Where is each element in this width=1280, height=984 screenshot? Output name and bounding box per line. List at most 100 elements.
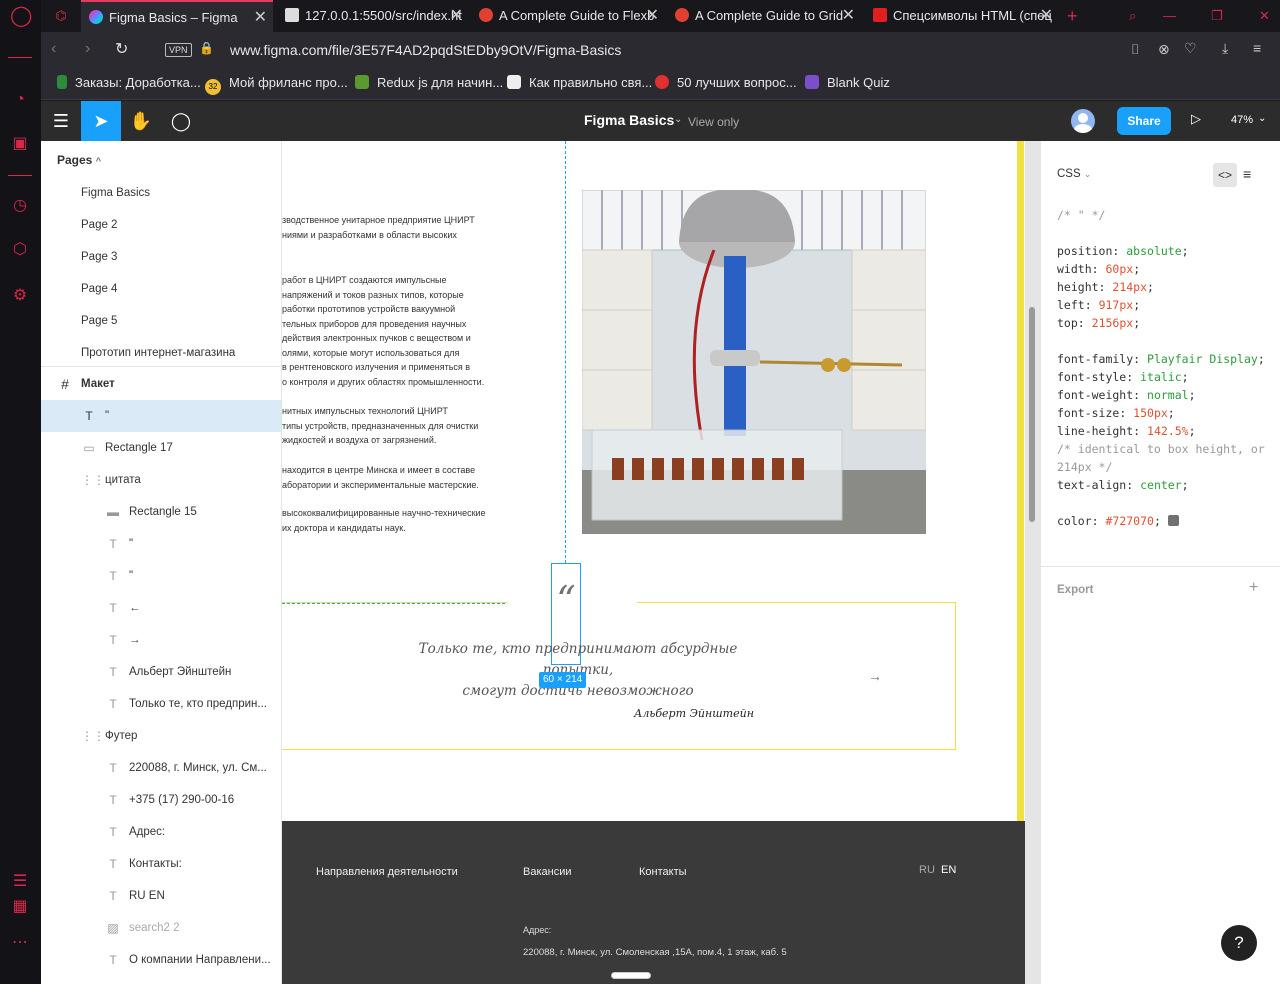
chip-icon[interactable]: ▦	[10, 897, 30, 917]
layer-type-icon: T	[109, 601, 117, 615]
zoom-level[interactable]: 47%	[1231, 114, 1253, 126]
hand-tool-icon[interactable]: ✋	[121, 101, 161, 141]
page-item[interactable]: Page 2	[41, 209, 281, 241]
layer-item[interactable]: ⋮⋮ Футер	[41, 720, 281, 752]
layer-item[interactable]: T 220088, г. Минск, ул. См...	[41, 752, 281, 784]
layer-item[interactable]: T →	[41, 624, 281, 656]
layer-item[interactable]: T "	[41, 528, 281, 560]
bookmark-2[interactable]: 32 Мой фриланс про...	[205, 68, 348, 100]
page-item[interactable]: Page 4	[41, 273, 281, 305]
add-export-plus-icon[interactable]: +	[1249, 579, 1258, 597]
file-title[interactable]: Figma Basics	[584, 112, 674, 128]
forward-icon[interactable]: ›	[85, 40, 90, 58]
layer-type-icon: T	[109, 793, 117, 807]
list-view-icon[interactable]: ≡	[1243, 166, 1251, 182]
about-text-line: о контроля и других областях промышленно…	[282, 376, 485, 387]
color-swatch[interactable]	[1167, 515, 1179, 526]
avatar[interactable]	[1071, 109, 1095, 133]
heart-icon[interactable]: ♡	[1184, 40, 1197, 57]
main-menu-icon[interactable]: ☰	[41, 101, 81, 141]
layer-item[interactable]: T "	[41, 400, 281, 432]
footer-nav-directions[interactable]: Направления деятельности	[316, 866, 458, 878]
more-dots-icon[interactable]: ⋯	[10, 933, 30, 953]
footer-address-label: Адрес:	[523, 925, 552, 935]
layer-item[interactable]: T ←	[41, 592, 281, 624]
close-icon[interactable]: ✕	[842, 0, 855, 32]
layer-item[interactable]: ▭ Rectangle 17	[41, 432, 281, 464]
speed-dial-icon[interactable]: ◔	[10, 90, 30, 110]
extensions-cube-icon[interactable]: ⬡	[10, 240, 30, 260]
minimize-icon[interactable]: —	[1163, 0, 1183, 32]
horizontal-scrollbar[interactable]	[611, 972, 651, 979]
bookmark-1[interactable]: Заказы: Доработка...	[57, 68, 201, 100]
vpn-badge[interactable]: VPN	[165, 43, 192, 57]
page-item[interactable]: Page 3	[41, 241, 281, 273]
vertical-scrollbar[interactable]	[1029, 307, 1035, 522]
layer-item[interactable]: T Только те, кто предприн...	[41, 688, 281, 720]
arrow-right-icon[interactable]: →	[868, 668, 882, 684]
window-close-icon[interactable]: ✕	[1259, 0, 1279, 32]
restore-icon[interactable]: ❐	[1211, 0, 1231, 32]
menu-icon[interactable]: ≡	[1253, 40, 1261, 56]
bookmark-4[interactable]: Как правильно свя...	[507, 68, 652, 100]
settings-gear-icon[interactable]: ⚙	[10, 286, 30, 306]
chevron-down-icon[interactable]: ⌄	[674, 114, 682, 125]
layer-item[interactable]: TО компании Направлени...	[41, 944, 281, 976]
layer-item[interactable]: T "	[41, 560, 281, 592]
layer-item[interactable]: T +375 (17) 290-00-16	[41, 784, 281, 816]
bookmark-3[interactable]: Redux js для начин...	[355, 68, 503, 100]
page-item[interactable]: Page 5	[41, 305, 281, 337]
twitch-icon[interactable]: ▣	[10, 134, 30, 154]
layer-item[interactable]: T Контакты:	[41, 848, 281, 880]
share-button[interactable]: Share	[1117, 107, 1171, 135]
bookmark-5[interactable]: 50 лучших вопрос...	[655, 68, 797, 100]
tab-grid[interactable]: A Complete Guide to Grid ✕	[669, 0, 861, 32]
code-view-icon[interactable]: <>	[1213, 163, 1237, 187]
about-text-line: находится в центре Минска и имеет в сост…	[282, 465, 476, 475]
new-tab-plus-icon[interactable]: +	[1067, 0, 1087, 32]
chevron-down-icon[interactable]: ⌄	[1258, 113, 1266, 124]
close-icon[interactable]: ✕	[1040, 0, 1053, 32]
footer-nav-contacts[interactable]: Контакты	[639, 866, 687, 878]
bookmark-6[interactable]: Blank Quiz	[805, 68, 890, 100]
layer-item[interactable]: ▨ search2 2	[41, 912, 281, 944]
close-icon[interactable]: ✕	[254, 2, 267, 32]
comment-tool-icon[interactable]: ◯	[161, 101, 201, 141]
pages-header[interactable]: Pages ^	[57, 153, 101, 167]
layer-item[interactable]: ▬ Rectangle 15	[41, 496, 281, 528]
help-button[interactable]: ?	[1221, 925, 1257, 961]
tab-list-icon[interactable]: ☰	[10, 872, 30, 892]
opera-logo-icon[interactable]: ◯	[10, 6, 32, 26]
layer-item[interactable]: T Альберт Эйнштейн	[41, 656, 281, 688]
page-item[interactable]: Прототип интернет-магазина	[41, 337, 281, 369]
opera-sidebar: ◯ ◔ ▣ ◷ ⬡ ⚙ ☰ ▦ ⋯	[0, 0, 41, 984]
history-icon[interactable]: ◷	[10, 196, 30, 216]
lang-switch[interactable]: RU EN	[919, 864, 956, 876]
footer-nav-vacancies[interactable]: Вакансии	[523, 866, 572, 878]
layer-item[interactable]: T RU EN	[41, 880, 281, 912]
adblock-icon[interactable]: ⊗	[1158, 41, 1170, 58]
close-icon[interactable]: ✕	[450, 0, 463, 32]
layer-item[interactable]: # Макет	[41, 368, 281, 400]
gamepad-icon[interactable]: ⌬	[41, 0, 81, 32]
redux-icon	[355, 75, 369, 89]
layer-item[interactable]: ⋮⋮ цитата	[41, 464, 281, 496]
reload-icon[interactable]: ↻	[115, 39, 128, 59]
camera-icon[interactable]: ⌷	[1131, 41, 1139, 58]
download-icon[interactable]: ⤓	[1222, 40, 1228, 57]
close-icon[interactable]: ✕	[646, 0, 659, 32]
layer-item[interactable]: T Адрес:	[41, 816, 281, 848]
tab-localhost[interactable]: 127.0.0.1:5500/src/index.ht ✕	[277, 0, 469, 32]
page-item[interactable]: Figma Basics	[41, 177, 281, 209]
back-icon[interactable]: ‹	[51, 40, 56, 58]
tab-figma[interactable]: Figma Basics – Figma ✕	[81, 0, 273, 32]
url-field[interactable]: www.figma.com/file/3E57F4AD2pqdStEDby9Ot…	[230, 42, 621, 58]
canvas[interactable]: зводственное унитарное предприятие ЦНИРТ…	[282, 141, 1040, 984]
search-tabs-icon[interactable]: ⌕	[1129, 0, 1149, 32]
chevron-up-icon: ^	[95, 156, 101, 166]
code-language-select[interactable]: CSS ⌄	[1057, 168, 1091, 180]
present-play-icon[interactable]: ▷	[1191, 111, 1201, 127]
tab-flexbox[interactable]: A Complete Guide to Flexb ✕	[473, 0, 665, 32]
tab-html-symbols[interactable]: Спецсимволы HTML (спец ✕	[867, 0, 1059, 32]
move-tool-icon[interactable]: ➤	[81, 101, 121, 141]
